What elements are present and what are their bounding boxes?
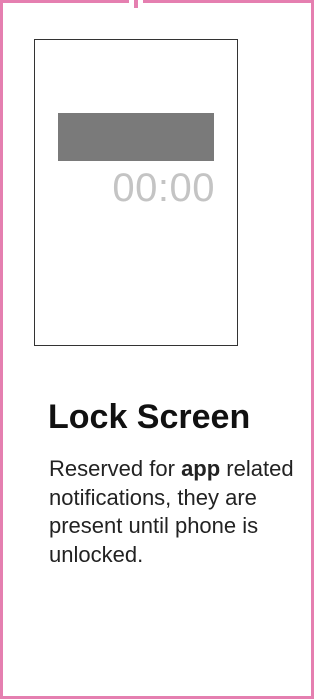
card-title: Lock Screen: [48, 398, 251, 436]
card-description: Reserved for app related notifications, …: [49, 455, 311, 569]
notification-placeholder: [58, 113, 214, 161]
card-top-connector: [129, 0, 143, 8]
description-text-start: Reserved for: [49, 456, 182, 481]
phone-wireframe: 00:00: [34, 39, 238, 346]
description-bold-word: app: [181, 456, 221, 481]
clock-time: 00:00: [112, 166, 215, 210]
lock-screen-card: 00:00 Lock Screen Reserved for app relat…: [0, 0, 314, 699]
